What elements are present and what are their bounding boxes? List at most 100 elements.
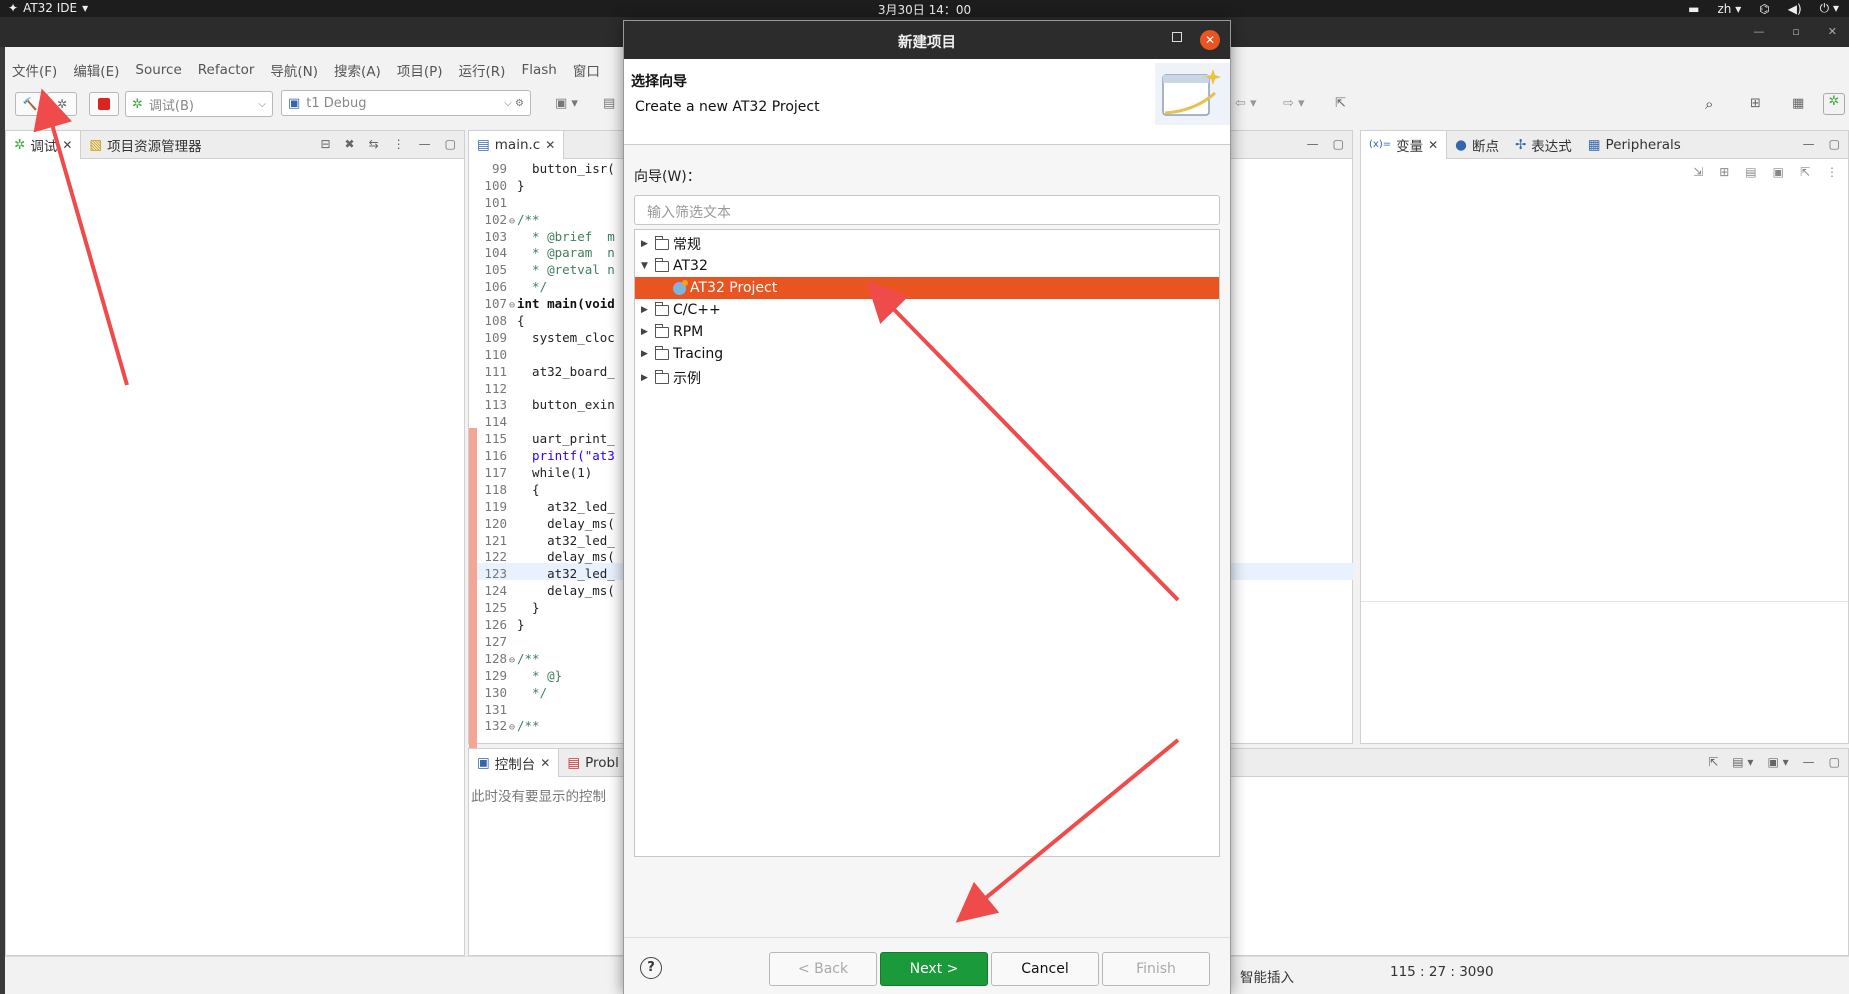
search-icon[interactable]: ⌕ <box>1705 95 1713 113</box>
remove-icon[interactable]: ✖ <box>345 137 355 151</box>
export-icon[interactable]: ⇱ <box>1800 165 1810 179</box>
menu-refactor[interactable]: Refactor <box>191 58 262 82</box>
stop-button[interactable] <box>89 92 119 116</box>
menu-run[interactable]: 运行(R) <box>452 56 513 84</box>
code-line[interactable]: 121 at32_led_ <box>469 533 614 550</box>
volume-icon[interactable]: ◀) <box>1788 2 1802 16</box>
code-line[interactable]: 129 * @} <box>469 668 615 685</box>
power-icon[interactable]: ⏻ ▾ <box>1820 1 1839 16</box>
expand-arrow-icon[interactable]: ▶ <box>641 373 651 383</box>
tree-item-at32[interactable]: ▼ AT32 <box>635 255 1219 277</box>
tab-console[interactable]: ▣ 控制台 ✕ <box>469 748 560 777</box>
code-area[interactable]: 99 button_isr(100} 101 102 ⊖/** 103 * @brief… <box>469 161 615 735</box>
code-line[interactable]: 122 delay_ms( <box>469 549 614 566</box>
tree-item-cpp[interactable]: ▶ C/C++ <box>635 299 1219 321</box>
code-line[interactable]: 120 delay_ms( <box>469 516 614 533</box>
maximize-icon[interactable]: ▫ <box>1792 25 1799 38</box>
tab-main-c[interactable]: ▤ main.c ✕ <box>469 130 565 159</box>
pin-icon[interactable]: ⇱ <box>1708 755 1718 769</box>
close-icon[interactable]: ✕ <box>1200 30 1220 50</box>
collapse-icon[interactable]: ⊞ <box>1719 165 1729 179</box>
debug-perspective-icon[interactable]: ✲ <box>1823 93 1845 115</box>
collapse-all-icon[interactable]: ⊟ <box>320 137 330 151</box>
tree-item-general[interactable]: ▶ 常规 <box>635 233 1219 255</box>
tab-expressions[interactable]: ✢ 表达式 <box>1507 131 1580 159</box>
help-button[interactable]: ? <box>640 957 662 979</box>
expand-arrow-icon[interactable]: ▶ <box>641 327 651 337</box>
fold-toggle-icon[interactable]: ⊖ <box>509 720 517 737</box>
close-icon[interactable]: ✕ <box>540 756 550 770</box>
clock[interactable]: 3月30日 14：00 <box>0 1 1849 18</box>
tab-problems[interactable]: ▤ Probl <box>559 749 627 777</box>
link-icon[interactable]: ⇆ <box>369 137 379 151</box>
finish-button[interactable]: Finish <box>1102 952 1210 986</box>
launch-config-select[interactable]: ▣ t1 Debug ⌵ ⚙ <box>281 90 531 116</box>
maximize-icon[interactable]: ▢ <box>1829 137 1840 151</box>
forward-history-icon[interactable]: ⇨ ▾ <box>1283 96 1305 111</box>
minimize-icon[interactable]: — <box>1307 137 1319 151</box>
code-line[interactable]: 127 <box>469 634 615 651</box>
code-line[interactable]: 99 button_isr( <box>469 161 615 178</box>
wizard-filter-input[interactable]: 输入筛选文本 <box>634 195 1220 225</box>
tree-item-at32-project[interactable]: AT32 Project <box>635 277 1219 299</box>
code-line[interactable]: 107 ⊖ int main(void <box>469 296 614 313</box>
minimize-icon[interactable]: — <box>1753 25 1764 38</box>
tab-peripherals[interactable]: ▦ Peripherals <box>1580 131 1689 159</box>
expand-arrow-icon[interactable]: ▶ <box>641 239 651 249</box>
code-line[interactable]: 102 ⊖/** <box>469 212 615 229</box>
keyboard-icon[interactable]: ▬ <box>1688 2 1699 16</box>
tree-item-tracing[interactable]: ▶ Tracing <box>635 343 1219 365</box>
code-line[interactable]: 100} <box>469 178 615 195</box>
c-perspective-icon[interactable]: ▦ <box>1792 96 1804 111</box>
minimize-icon[interactable]: — <box>419 137 431 151</box>
expand-arrow-icon[interactable]: ▶ <box>641 305 651 315</box>
close-icon[interactable]: ✕ <box>62 138 72 152</box>
code-line[interactable]: 111 at32_board_ <box>469 364 614 381</box>
maximize-icon[interactable]: ▢ <box>445 137 456 151</box>
cancel-button[interactable]: Cancel <box>991 952 1099 986</box>
menu-project[interactable]: 项目(P) <box>390 56 450 84</box>
tree-item-rpm[interactable]: ▶ RPM <box>635 321 1219 343</box>
code-line[interactable]: 132 ⊖/** <box>469 718 615 735</box>
maximize-icon[interactable]: ▢ <box>1333 137 1344 151</box>
network-icon[interactable]: ⌬ <box>1759 2 1769 16</box>
type-names-icon[interactable]: ⇲ <box>1693 165 1703 179</box>
expand-arrow-icon[interactable]: ▶ <box>641 349 651 359</box>
system-tray[interactable]: ▬ zh ▾ ⌬ ◀) ⏻ ▾ <box>1688 1 1839 16</box>
launch-mode-select[interactable]: ✲ 调试(B) ⌵ <box>125 91 273 117</box>
code-line[interactable]: 113 button_exin <box>469 397 614 414</box>
display-console-icon[interactable]: ▤ ▾ <box>1732 755 1753 769</box>
code-line[interactable]: 124 delay_ms( <box>469 583 614 600</box>
code-line[interactable]: 118 { <box>469 482 615 499</box>
new-icon[interactable]: ▣ <box>1773 165 1784 179</box>
menu-source[interactable]: Source <box>128 58 188 82</box>
view-menu-icon[interactable]: ⋮ <box>1826 165 1838 179</box>
next-button[interactable]: Next > <box>880 952 988 986</box>
code-line[interactable]: 108 { <box>469 313 615 330</box>
code-line[interactable]: 130 */ <box>469 685 615 702</box>
tab-variables[interactable]: (x)= 变量 ✕ <box>1361 130 1448 159</box>
code-line[interactable]: 131 <box>469 702 615 719</box>
back-button[interactable]: < Back <box>769 952 877 986</box>
code-line[interactable]: 110 <box>469 347 615 364</box>
perspective-icon[interactable]: ⊞ <box>1750 96 1761 111</box>
open-perspective-icon[interactable]: ⇱ <box>1335 96 1346 111</box>
tab-breakpoints[interactable]: ● 断点 <box>1447 131 1507 159</box>
tree-item-examples[interactable]: ▶ 示例 <box>635 367 1219 389</box>
back-history-icon[interactable]: ⇦ ▾ <box>1235 96 1257 111</box>
menu-flash[interactable]: Flash <box>514 58 563 82</box>
open-console-icon[interactable]: ▣ ▾ <box>1767 755 1788 769</box>
code-line[interactable]: 105 * @retval n <box>469 262 614 279</box>
code-line[interactable]: 106 */ <box>469 279 615 296</box>
close-icon[interactable]: ✕ <box>545 138 555 152</box>
build-button[interactable]: 🔨 <box>15 92 45 116</box>
collapse-arrow-icon[interactable]: ▼ <box>641 261 651 271</box>
debug-button[interactable]: ✲ <box>47 92 77 116</box>
code-line[interactable]: 117 while(1) <box>469 465 615 482</box>
tab-debug[interactable]: ✲ 调试 ✕ <box>6 130 82 159</box>
code-line[interactable]: 123 at32_led_ <box>469 566 614 583</box>
code-line[interactable]: 101 <box>469 195 615 212</box>
view-menu-icon[interactable]: ⋮ <box>393 137 405 151</box>
code-line[interactable]: 115 uart_print_ <box>469 431 614 448</box>
code-line[interactable]: 103 * @brief m <box>469 229 614 246</box>
